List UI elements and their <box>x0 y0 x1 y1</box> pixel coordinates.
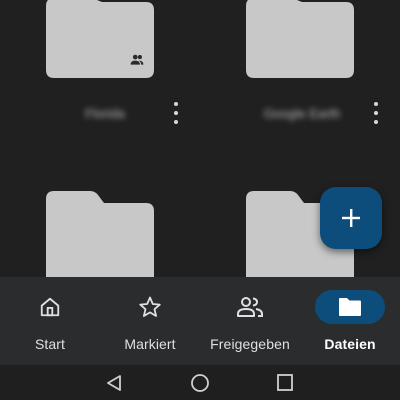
folder-tile-florida[interactable] <box>46 0 154 78</box>
nav-icon-container <box>315 290 385 324</box>
nav-label: Dateien <box>324 336 376 352</box>
star-icon <box>139 296 161 317</box>
home-icon <box>40 297 60 317</box>
home-circle-icon[interactable] <box>190 374 210 394</box>
nav-label: Freigegeben <box>210 336 290 352</box>
more-vert-icon[interactable] <box>169 102 183 124</box>
nav-icon-container <box>115 290 185 324</box>
folder-tile[interactable] <box>46 191 154 281</box>
nav-icon-container <box>15 290 85 324</box>
recents-icon[interactable] <box>276 374 294 392</box>
folder-icon <box>246 0 354 78</box>
folder-name: Google Earth <box>263 106 341 121</box>
folder-name: Florida <box>85 106 125 121</box>
bottom-navigation: Start Markiert Freigegeben Dateien <box>0 277 400 365</box>
nav-item-start[interactable]: Start <box>0 277 100 365</box>
nav-label: Markiert <box>124 336 176 352</box>
nav-label: Start <box>34 336 66 352</box>
nav-item-freigegeben[interactable]: Freigegeben <box>200 277 300 365</box>
nav-item-dateien[interactable]: Dateien <box>300 277 400 365</box>
more-vert-icon[interactable] <box>369 102 383 124</box>
people-icon <box>130 54 144 65</box>
people-icon <box>237 297 263 317</box>
folder-icon <box>46 191 154 281</box>
folder-tile-google-earth[interactable] <box>246 0 354 78</box>
plus-icon <box>342 209 360 227</box>
system-navigation-bar <box>0 365 400 400</box>
back-icon[interactable] <box>105 374 123 392</box>
nav-icon-container <box>215 290 285 324</box>
drive-files-screen: Florida Google Earth Start Markiert Frei… <box>0 0 400 400</box>
nav-item-markiert[interactable]: Markiert <box>100 277 200 365</box>
folder-icon <box>339 298 361 316</box>
new-item-fab[interactable] <box>320 187 382 249</box>
folder-icon <box>46 0 154 78</box>
